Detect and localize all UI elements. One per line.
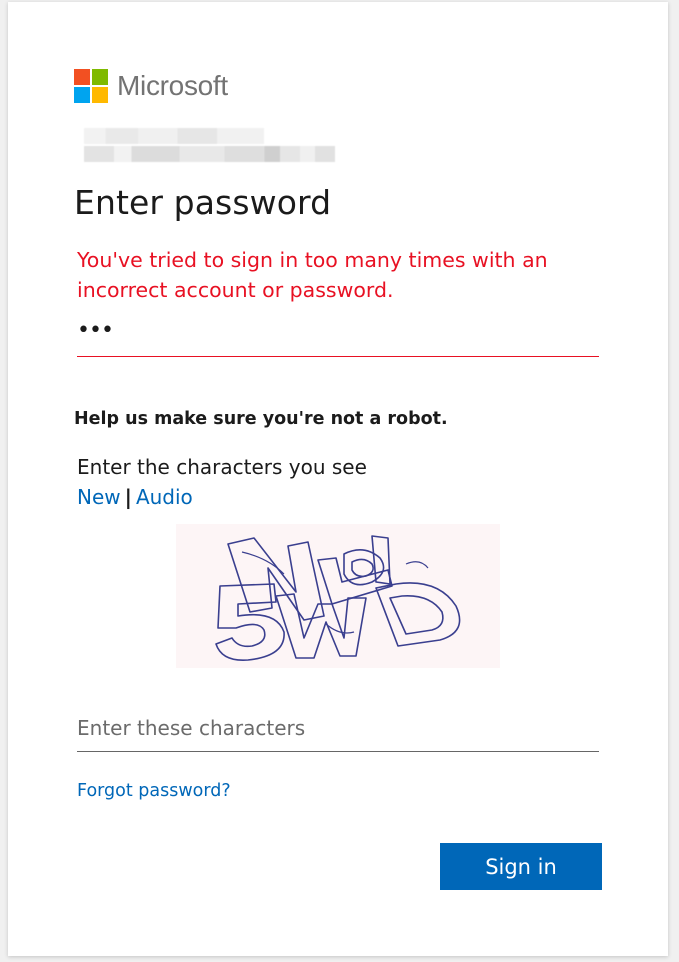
captcha-link-separator: | bbox=[124, 485, 132, 509]
brand-name: Microsoft bbox=[117, 70, 228, 101]
new-captcha-link[interactable]: New bbox=[77, 485, 121, 509]
sign-in-button[interactable]: Sign in bbox=[440, 843, 602, 890]
captcha-heading: Help us make sure you're not a robot. bbox=[74, 409, 448, 429]
forgot-password-link[interactable]: Forgot password? bbox=[77, 781, 231, 801]
password-input[interactable]: ••• bbox=[77, 312, 599, 357]
error-message: You've tried to sign in too many times w… bbox=[77, 248, 548, 302]
audio-captcha-link[interactable]: Audio bbox=[136, 485, 193, 509]
microsoft-logo: Microsoft bbox=[74, 69, 228, 103]
captcha-options: New | Audio bbox=[77, 485, 193, 509]
page-title: Enter password bbox=[74, 183, 332, 222]
captcha-input[interactable] bbox=[77, 705, 599, 752]
captcha-prompt: Enter the characters you see bbox=[77, 455, 367, 479]
microsoft-logo-icon bbox=[74, 69, 108, 103]
captcha-distorted-characters bbox=[215, 535, 461, 661]
captcha-image bbox=[176, 524, 500, 668]
